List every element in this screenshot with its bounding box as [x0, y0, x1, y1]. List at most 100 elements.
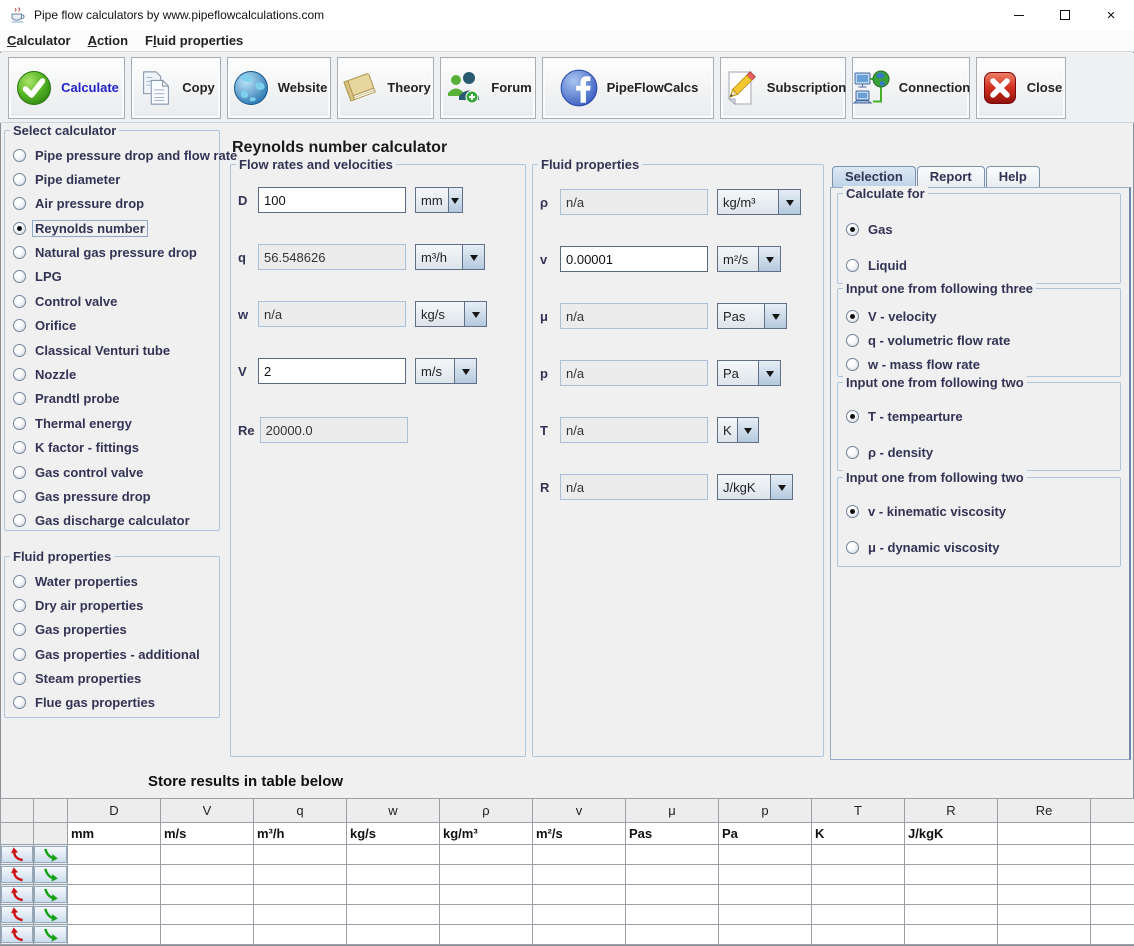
unit-combo-R[interactable]: J/kgK [717, 474, 793, 500]
unit-combo-mu[interactable]: Pas [717, 303, 787, 329]
fluid-radio-water-properties[interactable]: Water properties [13, 574, 213, 588]
table-cell[interactable] [161, 885, 254, 905]
table-cell[interactable] [161, 925, 254, 945]
input-T[interactable] [560, 417, 708, 443]
table-cell[interactable] [719, 885, 812, 905]
table-cell[interactable] [347, 885, 440, 905]
table-cell[interactable] [347, 845, 440, 865]
unit-combo-w[interactable]: kg/s [415, 301, 487, 327]
table-cell[interactable] [533, 885, 626, 905]
input-rho[interactable] [560, 189, 708, 215]
table-cell[interactable] [626, 865, 719, 885]
table-cell[interactable] [812, 885, 905, 905]
table-cell[interactable] [68, 845, 161, 865]
table-cell[interactable] [719, 865, 812, 885]
store-row-button[interactable] [34, 846, 67, 863]
input-mu[interactable] [560, 303, 708, 329]
calc-radio-gas-pressure-drop[interactable]: Gas pressure drop [13, 489, 213, 503]
table-cell[interactable] [533, 845, 626, 865]
calc-radio-k-factor-fittings[interactable]: K factor - fittings [13, 441, 213, 455]
table-cell[interactable] [905, 905, 998, 925]
calc-radio-reynolds-number[interactable]: Reynolds number [13, 221, 213, 235]
table-cell[interactable] [626, 905, 719, 925]
calc-radio-air-pressure-drop[interactable]: Air pressure drop [13, 197, 213, 211]
input-Re[interactable] [260, 417, 408, 443]
radio-gas[interactable]: Gas [846, 222, 1114, 236]
pipeflowcalcs-button[interactable]: PipeFlowCalcs [542, 57, 714, 119]
unit-combo-nu[interactable]: m²/s [717, 246, 781, 272]
tab-help[interactable]: Help [986, 166, 1040, 187]
forum-button[interactable]: Forum [440, 57, 536, 119]
radio-temperature[interactable]: T - tempearture [846, 409, 1114, 423]
radio-mass-flow-rate[interactable]: w - mass flow rate [846, 357, 1114, 371]
table-cell[interactable] [440, 885, 533, 905]
radio-volumetric-flow-rate[interactable]: q - volumetric flow rate [846, 333, 1114, 347]
table-cell[interactable] [812, 925, 905, 945]
radio-kinematic-viscosity[interactable]: v - kinematic viscosity [846, 504, 1114, 518]
radio-velocity[interactable]: V - velocity [846, 309, 1114, 323]
store-row-button[interactable] [34, 906, 67, 923]
subscription-button[interactable]: Subscription [720, 57, 846, 119]
input-nu[interactable] [560, 246, 708, 272]
fluid-radio-steam-properties[interactable]: Steam properties [13, 672, 213, 686]
table-cell[interactable] [254, 845, 347, 865]
radio-liquid[interactable]: Liquid [846, 258, 1114, 272]
unit-combo-V[interactable]: m/s [415, 358, 477, 384]
fluid-radio-dry-air-properties[interactable]: Dry air properties [13, 598, 213, 612]
calc-radio-gas-discharge-calculator[interactable]: Gas discharge calculator [13, 514, 213, 528]
table-cell[interactable] [440, 865, 533, 885]
table-cell[interactable] [719, 905, 812, 925]
table-cell[interactable] [812, 865, 905, 885]
chevron-down-icon[interactable] [770, 475, 792, 499]
table-cell[interactable] [998, 905, 1091, 925]
table-cell[interactable] [905, 865, 998, 885]
chevron-down-icon[interactable] [758, 361, 780, 385]
recall-row-button[interactable] [1, 906, 33, 923]
table-cell[interactable] [905, 885, 998, 905]
tab-report[interactable]: Report [917, 166, 985, 187]
input-w[interactable] [258, 301, 406, 327]
menu-action[interactable]: Action [88, 33, 128, 48]
table-cell[interactable] [533, 905, 626, 925]
minimize-button[interactable] [996, 0, 1042, 30]
store-row-button[interactable] [34, 926, 67, 943]
table-cell[interactable] [254, 885, 347, 905]
store-row-button[interactable] [34, 866, 67, 883]
table-cell[interactable] [626, 845, 719, 865]
table-cell[interactable] [161, 865, 254, 885]
table-cell[interactable] [719, 845, 812, 865]
input-D[interactable] [258, 187, 406, 213]
table-cell[interactable] [440, 925, 533, 945]
table-cell[interactable] [440, 905, 533, 925]
table-cell[interactable] [68, 905, 161, 925]
close-toolbar-button[interactable]: Close [976, 57, 1066, 119]
close-button[interactable]: × [1088, 0, 1134, 30]
table-cell[interactable] [161, 845, 254, 865]
chevron-down-icon[interactable] [758, 247, 780, 271]
calc-radio-control-valve[interactable]: Control valve [13, 294, 213, 308]
table-cell[interactable] [998, 865, 1091, 885]
table-cell[interactable] [254, 905, 347, 925]
input-R[interactable] [560, 474, 708, 500]
input-q[interactable] [258, 244, 406, 270]
input-p[interactable] [560, 360, 708, 386]
connection-button[interactable]: Connection [852, 57, 970, 119]
tab-selection[interactable]: Selection [832, 166, 916, 187]
chevron-down-icon[interactable] [454, 359, 476, 383]
table-cell[interactable] [347, 925, 440, 945]
table-cell[interactable] [533, 865, 626, 885]
recall-row-button[interactable] [1, 866, 33, 883]
recall-row-button[interactable] [1, 846, 33, 863]
menu-calculator[interactable]: Calculator [7, 33, 71, 48]
calc-radio-thermal-energy[interactable]: Thermal energy [13, 416, 213, 430]
theory-button[interactable]: Theory [337, 57, 434, 119]
table-cell[interactable] [719, 925, 812, 945]
table-cell[interactable] [347, 865, 440, 885]
website-button[interactable]: Website [227, 57, 331, 119]
chevron-down-icon[interactable] [464, 302, 486, 326]
calc-radio-orifice[interactable]: Orifice [13, 319, 213, 333]
unit-combo-T[interactable]: K [717, 417, 759, 443]
table-cell[interactable] [254, 925, 347, 945]
radio-dynamic-viscosity[interactable]: μ - dynamic viscosity [846, 540, 1114, 554]
menu-fluid-properties[interactable]: Fluid properties [145, 33, 243, 48]
